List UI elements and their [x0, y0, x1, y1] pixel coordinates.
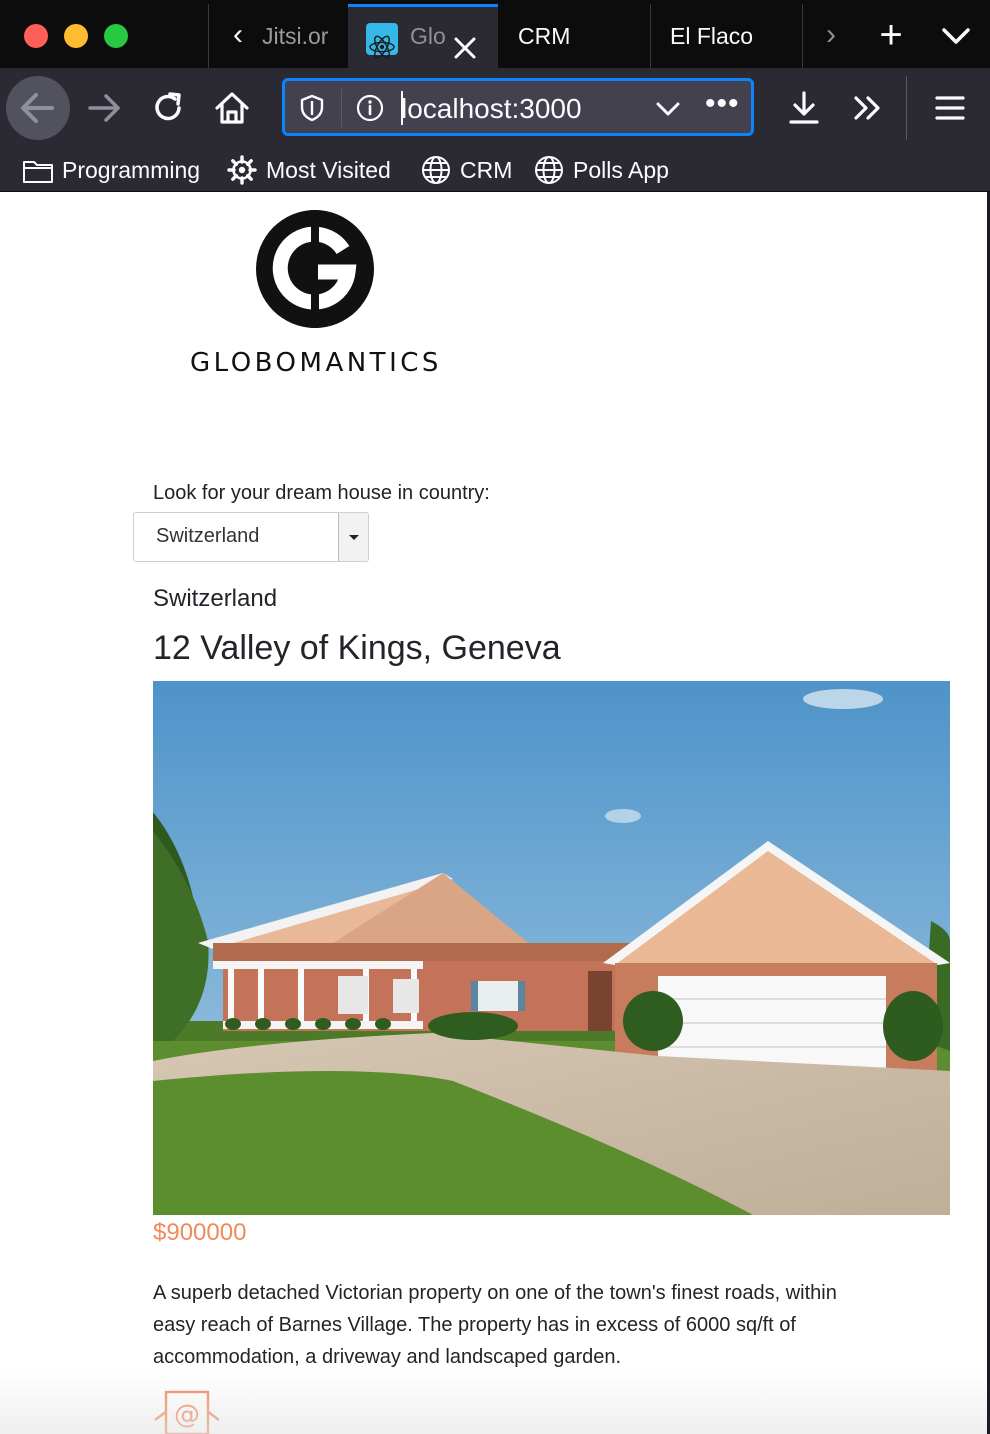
forward-arrow-icon[interactable]: [84, 88, 124, 128]
tab-label: El Flaco: [670, 23, 754, 49]
house-photo: [153, 681, 950, 1215]
logo-text: GLOBOMANTICS: [190, 348, 442, 378]
minimize-window-button[interactable]: [64, 24, 88, 48]
tab-divider: [650, 4, 651, 68]
overflow-chevrons-icon[interactable]: [848, 88, 888, 128]
reload-icon[interactable]: [148, 88, 188, 128]
page-content: GLOBOMANTICS Look for your dream house i…: [0, 192, 990, 1434]
toolbar-divider: [906, 76, 907, 140]
email-icon[interactable]: @: [153, 1390, 221, 1434]
house-description: A superb detached Victorian property on …: [153, 1282, 837, 1368]
chevron-right-icon[interactable]: ›: [816, 18, 846, 52]
bookmark-programming[interactable]: Programming: [22, 152, 200, 188]
country-select-label: Look for your dream house in country:: [153, 482, 490, 504]
back-button[interactable]: [6, 76, 70, 140]
globe-icon: [420, 154, 452, 186]
new-tab-button[interactable]: +: [870, 15, 912, 56]
tab-label: Glo: [410, 23, 446, 49]
tab-label: Jitsi.or: [262, 23, 329, 49]
tab-divider: [802, 4, 803, 68]
bookmark-label: Polls App: [573, 156, 669, 183]
tab-list-chevron-down-icon[interactable]: [936, 20, 976, 52]
tab-strip: ‹ Jitsi.or Glo CRM El Flaco › +: [0, 0, 990, 68]
svg-text:@: @: [174, 1400, 200, 1430]
bookmark-label: Programming: [62, 156, 201, 183]
page-actions-more-icon[interactable]: •••: [705, 89, 745, 127]
house-price: $900000: [153, 1219, 247, 1246]
country-select-value: Switzerland: [156, 525, 260, 547]
dropdown-arrow-icon[interactable]: [338, 513, 368, 561]
hamburger-menu-icon[interactable]: [930, 88, 970, 128]
shield-icon[interactable]: [297, 93, 327, 123]
close-window-button[interactable]: [24, 24, 48, 48]
house-address: 12 Valley of Kings, Geneva: [153, 629, 561, 667]
react-icon: [366, 23, 398, 59]
home-icon[interactable]: [212, 88, 252, 128]
tab-el-flaco[interactable]: El Flaco: [670, 4, 790, 68]
bookmarks-toolbar: Programming Most Visited CRM Polls App: [0, 148, 990, 192]
info-icon[interactable]: [355, 93, 385, 123]
bookmark-crm[interactable]: CRM: [420, 152, 512, 188]
url-text[interactable]: localhost:3000: [401, 89, 582, 129]
gear-icon: [226, 154, 258, 186]
text-cursor: [401, 91, 403, 125]
address-bar[interactable]: localhost:3000 •••: [282, 78, 754, 136]
country-select[interactable]: Switzerland: [133, 512, 369, 562]
maximize-window-button[interactable]: [104, 24, 128, 48]
browser-window: ‹ Jitsi.or Glo CRM El Flaco › + localhos…: [0, 0, 990, 1434]
close-icon[interactable]: [450, 23, 480, 59]
urlbar-divider: [341, 89, 342, 127]
navigation-toolbar: localhost:3000 •••: [0, 68, 990, 148]
folder-icon: [22, 154, 54, 186]
globe-icon: [533, 154, 565, 186]
tab-divider: [208, 4, 209, 68]
bookmark-label: CRM: [460, 156, 513, 183]
bookmark-polls-app[interactable]: Polls App: [533, 152, 669, 188]
tab-label: CRM: [518, 23, 571, 49]
house-country: Switzerland: [153, 585, 278, 612]
bookmark-most-visited[interactable]: Most Visited: [226, 152, 391, 188]
tab-jitsi[interactable]: Jitsi.or: [262, 4, 346, 68]
chevron-left-icon[interactable]: ‹: [222, 18, 254, 52]
globomantics-logo: [256, 210, 374, 328]
chevron-down-icon[interactable]: [653, 95, 683, 123]
bottom-fade: [0, 1372, 990, 1434]
tab-globomantics[interactable]: Glo: [348, 4, 498, 68]
bookmark-label: Most Visited: [266, 156, 391, 183]
download-icon[interactable]: [784, 88, 824, 128]
tab-crm[interactable]: CRM: [518, 4, 638, 68]
